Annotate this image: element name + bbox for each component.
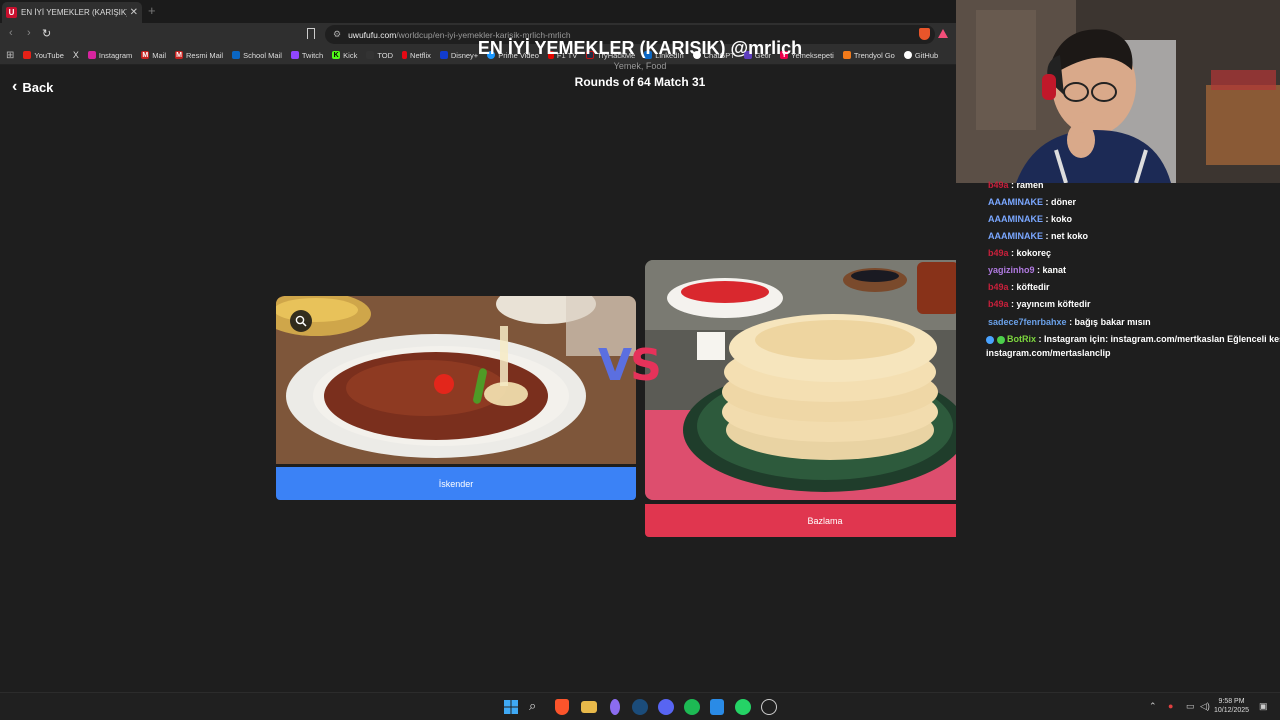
- iskender-image: [276, 296, 636, 464]
- versus-label: VS: [598, 340, 662, 391]
- whatsapp-icon[interactable]: [735, 699, 751, 715]
- chat-text: : koko: [1045, 214, 1073, 224]
- chat-message: instagram.com/mertaslanclip: [986, 348, 1111, 358]
- browser-tab-strip: U EN İYİ YEMEKLER (KARIŞIK) @m ✕ +: [0, 0, 956, 23]
- tab-title: EN İYİ YEMEKLER (KARIŞIK) @m: [21, 8, 127, 17]
- bazlama-image: [645, 260, 1005, 500]
- obsidian-icon[interactable]: [610, 699, 620, 715]
- search-icon[interactable]: ⌕: [529, 698, 545, 714]
- check-badge-icon: [996, 335, 1005, 344]
- chat-username: AAAMINAKE: [988, 231, 1043, 241]
- brave-browser-icon[interactable]: [555, 699, 569, 715]
- file-explorer-icon[interactable]: [581, 701, 597, 713]
- right-choice-image[interactable]: [645, 260, 1005, 500]
- chat-username: AAAMINAKE: [988, 214, 1043, 224]
- chat-text: : yayıncım köftedir: [1011, 299, 1091, 309]
- network-icon[interactable]: ▭: [1186, 701, 1195, 712]
- chat-message: b49a : köftedir: [988, 282, 1050, 292]
- left-choice-button[interactable]: İskender: [276, 467, 636, 500]
- chat-message: BotRix : Instagram için: instagram.com/m…: [986, 334, 1280, 344]
- chat-message: AAAMINAKE : net koko: [988, 231, 1088, 241]
- volume-icon[interactable]: ◁): [1200, 701, 1210, 712]
- vscode-icon[interactable]: [710, 699, 724, 715]
- webcam-overlay: [956, 0, 1280, 183]
- verified-badge-icon: [986, 335, 994, 344]
- system-clock[interactable]: 9:58 PM 10/12/2025: [1214, 697, 1249, 715]
- streamer-webcam-image: [956, 0, 1280, 183]
- brave-rewards-icon[interactable]: [938, 29, 948, 38]
- notification-icon[interactable]: ▣: [1259, 701, 1268, 712]
- close-tab-icon[interactable]: ✕: [130, 7, 138, 18]
- browser-tab[interactable]: U EN İYİ YEMEKLER (KARIŞIK) @m ✕: [2, 2, 142, 23]
- chat-text: : ramen: [1011, 180, 1044, 190]
- chat-username: b49a: [988, 180, 1009, 190]
- chat-username: b49a: [988, 282, 1009, 292]
- windows-start-icon[interactable]: [503, 699, 519, 715]
- windows-taskbar: ⌕ ⌃ ● ▭ ◁) 9:58 PM 10/12/2025 ▣: [0, 692, 1280, 720]
- spotify-icon[interactable]: [684, 699, 700, 715]
- chat-message: AAAMINAKE : döner: [988, 197, 1076, 207]
- vs-letter-s: S: [630, 340, 662, 391]
- chat-message: b49a : kokoreç: [988, 248, 1051, 258]
- right-choice-button[interactable]: Bazlama: [645, 504, 1005, 537]
- clock-date: 10/12/2025: [1214, 707, 1250, 714]
- chat-username: AAAMINAKE: [988, 197, 1043, 207]
- chat-username: b49a: [988, 299, 1009, 309]
- clock-time: 9:58 PM: [1218, 698, 1245, 705]
- chat-username: BotRix: [1007, 334, 1037, 344]
- obs-icon[interactable]: [761, 699, 777, 715]
- chat-text: : kokoreç: [1011, 248, 1052, 258]
- chat-message: b49a : ramen: [988, 180, 1044, 190]
- microphone-icon[interactable]: ●: [1168, 701, 1173, 711]
- chat-username: b49a: [988, 248, 1009, 258]
- vs-letter-v: V: [598, 340, 632, 391]
- chat-text: : döner: [1045, 197, 1077, 207]
- stream-chat: b49a : ramen AAAMINAKE : döner AAAMINAKE…: [956, 180, 1280, 692]
- zoom-icon[interactable]: [290, 310, 312, 332]
- chat-text: : köftedir: [1011, 282, 1050, 292]
- chat-text: : kanat: [1037, 265, 1067, 275]
- chat-message: yagizinho9 : kanat: [988, 265, 1066, 275]
- discord-icon[interactable]: [658, 699, 674, 715]
- chat-message: AAAMINAKE : koko: [988, 214, 1072, 224]
- chat-text: : net koko: [1045, 231, 1089, 241]
- chat-text: instagram.com/mertaslanclip: [986, 348, 1111, 358]
- site-favicon: U: [6, 7, 17, 18]
- new-tab-icon[interactable]: +: [148, 3, 156, 18]
- chat-text: : Instagram için: instagram.com/mertkasl…: [1038, 334, 1280, 344]
- chat-username: yagizinho9: [988, 265, 1035, 275]
- chat-username: sadece7fenrbahxe: [988, 317, 1067, 327]
- chevron-up-icon[interactable]: ⌃: [1149, 701, 1157, 712]
- chat-message: sadece7fenrbahxe : bağış bakar mısın: [988, 317, 1151, 327]
- steam-icon[interactable]: [632, 699, 648, 715]
- chat-text: : bağış bakar mısın: [1069, 317, 1151, 327]
- chat-message: b49a : yayıncım köftedir: [988, 299, 1091, 309]
- left-choice-image[interactable]: [276, 296, 636, 464]
